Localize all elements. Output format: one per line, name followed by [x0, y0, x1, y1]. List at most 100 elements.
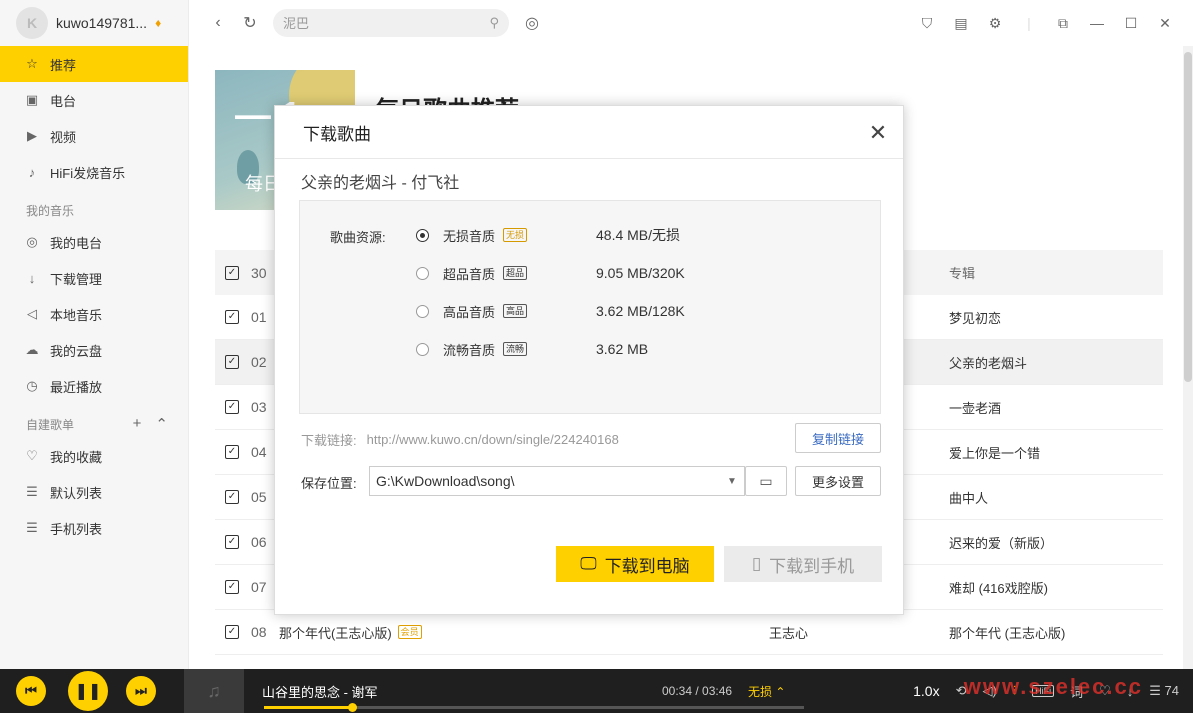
sidebar-item-main-2[interactable]: ▶ 视频: [0, 118, 188, 154]
row-checkbox[interactable]: ✓: [225, 625, 239, 639]
row-checkbox[interactable]: ✓: [225, 355, 239, 369]
vip-badge: 会员: [397, 625, 422, 639]
close-window-icon[interactable]: ✕: [1157, 15, 1173, 32]
quality-tag: 流畅: [503, 342, 528, 356]
row-checkbox[interactable]: ✓: [225, 400, 239, 414]
voice-search-icon[interactable]: ◎: [523, 13, 541, 33]
song-artist[interactable]: 王志心: [769, 623, 949, 642]
search-box[interactable]: ⚲: [273, 9, 509, 37]
song-album[interactable]: 难却 (416戏腔版): [949, 578, 1163, 597]
sidebar-item-main-0[interactable]: ☆ 推荐: [0, 46, 188, 82]
diamond-icon[interactable]: ♦: [155, 16, 161, 30]
quality-option[interactable]: 高品音质 高品 3.62 MB/128K: [416, 301, 856, 321]
search-icon[interactable]: ⚲: [489, 15, 499, 31]
song-album[interactable]: 一壶老酒: [949, 398, 1163, 417]
back-icon[interactable]: ‹: [209, 14, 227, 32]
chevron-up-icon[interactable]: ⌃: [155, 415, 168, 433]
table-row[interactable]: ✓ 08 那个年代(王志心版) 会员 王志心 那个年代 (王志心版): [215, 610, 1163, 655]
quality-option[interactable]: 超品音质 超品 9.05 MB/320K: [416, 263, 856, 283]
refresh-icon[interactable]: ↻: [241, 13, 259, 33]
folder-button[interactable]: ▭: [745, 466, 787, 496]
skin-icon[interactable]: ⛉: [919, 15, 935, 32]
avatar[interactable]: K: [16, 7, 48, 39]
more-settings-button[interactable]: 更多设置: [795, 466, 881, 496]
search-input[interactable]: [283, 15, 490, 31]
sidebar-item-my-1[interactable]: ↓ 下载管理: [0, 260, 188, 296]
sidebar-item-my-3[interactable]: ☁ 我的云盘: [0, 332, 188, 368]
hifi-icon: ♪: [28, 164, 36, 180]
sidebar-item-pl-1[interactable]: ☰ 默认列表: [0, 474, 188, 510]
quality-radio[interactable]: [416, 342, 429, 356]
user-profile[interactable]: K kuwo149781... ♦: [0, 0, 188, 46]
close-icon[interactable]: ✕: [867, 122, 889, 144]
plus-icon[interactable]: +: [133, 415, 142, 433]
sidebar-item-main-3[interactable]: ♪ HiFi发烧音乐: [0, 154, 188, 190]
username[interactable]: kuwo149781...: [56, 15, 147, 31]
progress-knob[interactable]: [348, 703, 358, 712]
settings-icon[interactable]: ⚙: [987, 15, 1003, 32]
download-to-pc-button[interactable]: 🖵 下载到电脑: [556, 546, 714, 582]
row-checkbox[interactable]: ✓: [225, 445, 239, 459]
song-name[interactable]: 那个年代(王志心版) 会员: [279, 623, 769, 642]
song-album[interactable]: 迟来的爱（新版）: [949, 533, 1163, 552]
sidebar-item-label: HiFi发烧音乐: [50, 165, 126, 181]
fm-icon[interactable]: ▤: [953, 15, 969, 32]
quality-option[interactable]: 流畅音质 流畅 3.62 MB: [416, 339, 856, 359]
speed-button[interactable]: 1.0x: [913, 683, 939, 699]
sidebar-item-main-1[interactable]: ▣ 电台: [0, 82, 188, 118]
song-album[interactable]: 梦见初恋: [949, 308, 1163, 327]
sidebar-item-label: 默认列表: [50, 485, 103, 501]
chevron-down-icon[interactable]: ▼: [720, 476, 744, 487]
mini-mode-icon[interactable]: ⧉: [1055, 15, 1071, 32]
quality-name: 超品音质: [443, 266, 496, 282]
song-album[interactable]: 爱上你是一个错: [949, 443, 1163, 462]
song-album[interactable]: 父亲的老烟斗: [949, 353, 1163, 372]
sidebar-item-label: 推荐: [50, 57, 77, 73]
download-link-row: 下载链接: http://www.kuwo.cn/down/single/224…: [301, 424, 881, 454]
download-dialog: 下载歌曲 ✕ 父亲的老烟斗 - 付飞社 歌曲资源: 无损音质 无损 48.4 MB/…: [274, 105, 904, 615]
select-all-checkbox[interactable]: ✓: [225, 265, 239, 280]
save-path-value: G:\KwDownload\song\: [376, 473, 515, 489]
quality-radio[interactable]: [416, 266, 429, 280]
video-icon: ▶: [27, 128, 37, 143]
download-to-phone-button[interactable]: ▯ 下载到手机: [724, 546, 882, 582]
quality-radio[interactable]: [416, 304, 429, 318]
pause-button[interactable]: ❚❚: [68, 671, 108, 711]
playlist-icon[interactable]: ☰ 74: [1149, 683, 1179, 699]
row-checkbox[interactable]: ✓: [225, 580, 239, 594]
sidebar-item-my-2[interactable]: ◁ 本地音乐: [0, 296, 188, 332]
sidebar-item-label: 我的云盘: [50, 343, 103, 359]
row-number: 06: [251, 534, 267, 550]
save-path-select[interactable]: G:\KwDownload\song\ ▼: [369, 466, 745, 496]
sidebar-item-label: 我的收藏: [50, 449, 103, 465]
song-album[interactable]: 曲中人: [949, 488, 1163, 507]
download-url[interactable]: http://www.kuwo.cn/down/single/224240168: [367, 432, 619, 447]
row-number: 05: [251, 489, 267, 505]
minimize-icon[interactable]: —: [1089, 15, 1105, 31]
song-album[interactable]: 那个年代 (王志心版): [949, 623, 1163, 642]
quality-radio[interactable]: [416, 228, 429, 242]
maximize-icon[interactable]: ☐: [1123, 15, 1139, 32]
row-checkbox[interactable]: ✓: [225, 310, 239, 324]
copy-link-button[interactable]: 复制链接: [795, 423, 881, 453]
divider-icon: |: [1027, 15, 1031, 31]
quality-selector[interactable]: 无损 ⌃: [748, 683, 800, 700]
now-playing-title[interactable]: 山谷里的思念 - 谢军: [262, 682, 662, 701]
previous-button[interactable]: ⏮: [16, 676, 46, 706]
scrollbar-thumb[interactable]: [1184, 52, 1192, 382]
clock-icon: ◷: [26, 378, 38, 393]
row-checkbox[interactable]: ✓: [225, 490, 239, 504]
sidebar-item-pl-2[interactable]: ☰ 手机列表: [0, 510, 188, 546]
quality-option[interactable]: 无损音质 无损 48.4 MB/无损: [416, 225, 856, 245]
sidebar-item-my-0[interactable]: ◎ 我的电台: [0, 224, 188, 260]
progress-bar[interactable]: [264, 703, 804, 712]
sidebar-item-pl-0[interactable]: ♡ 我的收藏: [0, 438, 188, 474]
row-number: 07: [251, 579, 267, 595]
scrollbar[interactable]: [1183, 46, 1193, 669]
row-checkbox[interactable]: ✓: [225, 535, 239, 549]
sidebar-item-my-4[interactable]: ◷ 最近播放: [0, 368, 188, 404]
phone-icon: ▯: [751, 554, 762, 573]
now-playing-cover[interactable]: ♫: [184, 669, 244, 713]
list-icon: ☰: [26, 484, 38, 499]
next-button[interactable]: ⏭: [126, 676, 156, 706]
